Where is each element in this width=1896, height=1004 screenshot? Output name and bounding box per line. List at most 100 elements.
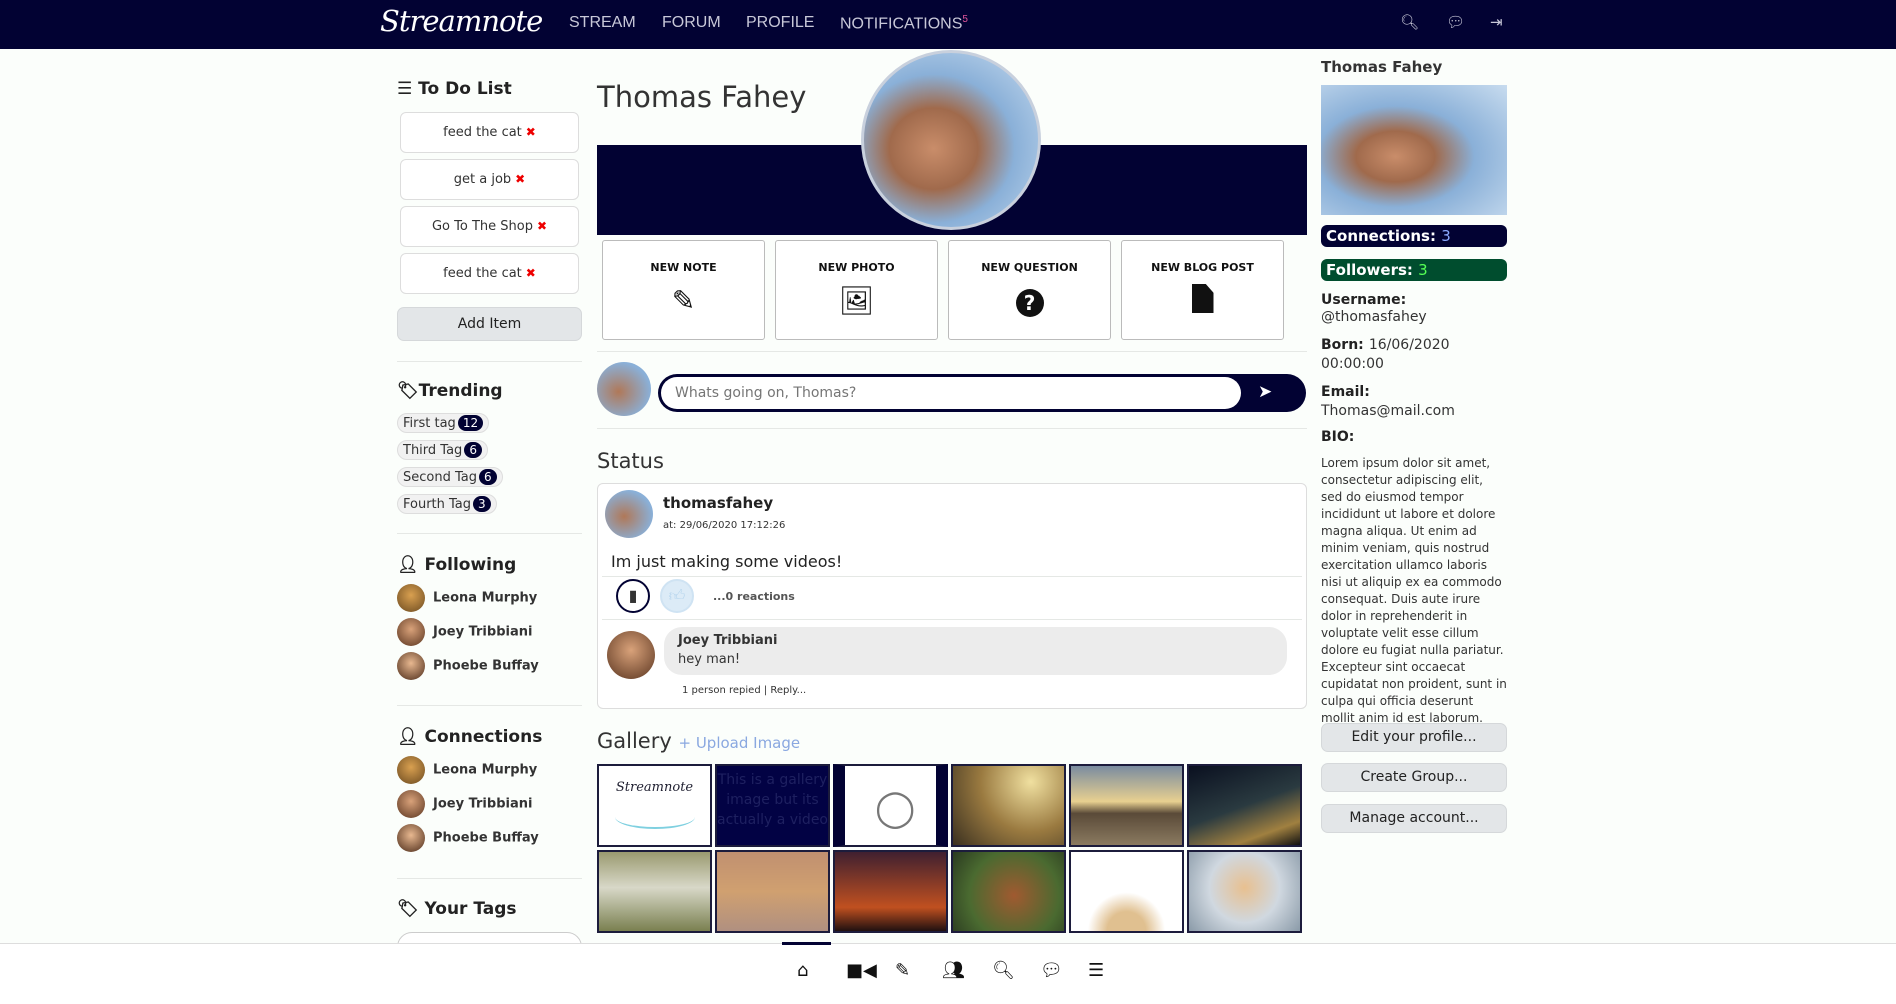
gallery-image[interactable] xyxy=(833,850,948,933)
following-item[interactable]: Joey Tribbiani xyxy=(397,618,532,646)
new-question-button[interactable]: NEW QUESTION? xyxy=(948,240,1111,340)
todo-item[interactable]: feed the cat ✖ xyxy=(400,253,579,294)
search-icon[interactable]: 🔍︎ xyxy=(992,960,1015,981)
gallery-loading[interactable]: ◯ xyxy=(833,764,948,847)
gallery-image[interactable] xyxy=(597,850,712,933)
divider xyxy=(597,428,1307,429)
todo-item[interactable]: Go To The Shop ✖ xyxy=(400,206,579,247)
post-avatar xyxy=(605,490,653,538)
gallery-heading: Gallery + Upload Image xyxy=(597,729,800,753)
comment-avatar xyxy=(607,631,655,679)
followers-count: 3 xyxy=(1418,261,1428,279)
top-navbar: Streamnote STREAM FORUM PROFILE NOTIFICA… xyxy=(0,0,1896,49)
like-button[interactable]: 👍︎ xyxy=(660,579,694,613)
group-icon[interactable]: 👥︎ xyxy=(942,960,965,981)
gallery-video[interactable]: This is a gallery image but its actually… xyxy=(715,764,830,847)
gallery-image[interactable] xyxy=(1069,850,1184,933)
nav-profile[interactable]: PROFILE xyxy=(746,14,814,32)
delete-icon[interactable]: ✖ xyxy=(526,266,536,280)
trending-heading: 🏷︎Trending xyxy=(397,381,503,401)
reply-link[interactable]: Reply... xyxy=(770,685,806,696)
delete-icon[interactable]: ✖ xyxy=(537,219,547,233)
tag-pill[interactable]: Third Tag 6 xyxy=(397,440,488,460)
connections-count: 3 xyxy=(1441,227,1451,245)
status-input[interactable] xyxy=(661,377,1241,409)
send-icon[interactable]: ➤ xyxy=(1258,382,1272,402)
pencil-icon[interactable]: ✎ xyxy=(895,960,910,981)
reactions-count[interactable]: ...0 reactions xyxy=(713,590,795,603)
connection-item[interactable]: Leona Murphy xyxy=(397,756,537,784)
gallery-image[interactable] xyxy=(1187,764,1302,847)
connection-item[interactable]: Phoebe Buffay xyxy=(397,824,539,852)
nav-notifications-label: NOTIFICATIONS xyxy=(840,15,963,33)
user-icon: 👤︎ xyxy=(397,727,425,747)
nav-notifications[interactable]: NOTIFICATIONS5 xyxy=(840,14,968,33)
replies-count[interactable]: 1 person repied xyxy=(682,685,761,696)
profile-photo[interactable] xyxy=(1321,85,1507,215)
post-time: at: 29/06/2020 17:12:26 xyxy=(663,520,786,531)
todo-text: get a job xyxy=(453,172,512,187)
create-group-button[interactable]: Create Group... xyxy=(1321,763,1507,792)
status-heading: Status xyxy=(597,449,664,473)
gallery-image[interactable]: Streamnote xyxy=(597,764,712,847)
tag-pill[interactable]: Fourth Tag 3 xyxy=(397,494,497,514)
tag-pill[interactable]: Second Tag 6 xyxy=(397,467,503,487)
user-icon: 👤︎ xyxy=(397,555,425,575)
action-label: NEW QUESTION xyxy=(981,261,1078,274)
connections-badge[interactable]: Connections: 3 xyxy=(1321,225,1507,247)
connections-label: Connections: xyxy=(1326,227,1436,245)
new-note-button[interactable]: NEW NOTE ✎ xyxy=(602,240,765,340)
gallery-image[interactable] xyxy=(1187,850,1302,933)
sidebar-name: Thomas Fahey xyxy=(1321,58,1443,76)
divider xyxy=(397,361,582,362)
nav-stream[interactable]: STREAM xyxy=(569,14,636,32)
todo-item[interactable]: feed the cat ✖ xyxy=(400,112,579,153)
email-value: Thomas@mail.com xyxy=(1321,403,1455,419)
born-label: Born: xyxy=(1321,337,1364,353)
todo-item[interactable]: get a job ✖ xyxy=(400,159,579,200)
action-label: NEW BLOG POST xyxy=(1151,261,1254,274)
delete-icon[interactable]: ✖ xyxy=(515,172,525,186)
todo-text: feed the cat xyxy=(443,125,522,140)
following-heading: 👤︎ Following xyxy=(397,555,516,575)
gallery-image[interactable] xyxy=(1069,764,1184,847)
comment-user[interactable]: Joey Tribbiani xyxy=(678,633,777,648)
connection-item[interactable]: Joey Tribbiani xyxy=(397,790,532,818)
home-icon[interactable]: ⌂ xyxy=(797,960,808,981)
new-photo-button[interactable]: NEW PHOTO 🖼︎ xyxy=(775,240,938,340)
delete-icon[interactable]: ✖ xyxy=(526,125,536,139)
tag-pill[interactable]: First tag 12 xyxy=(397,413,490,433)
following-item[interactable]: Phoebe Buffay xyxy=(397,652,539,680)
person-name: Leona Murphy xyxy=(433,762,538,778)
comment-button[interactable]: ▮ xyxy=(616,579,650,613)
tag-count: 3 xyxy=(473,496,491,512)
nav-forum[interactable]: FORUM xyxy=(662,14,721,32)
add-item-button[interactable]: Add Item xyxy=(397,307,582,341)
post-text: Im just making some videos! xyxy=(611,552,843,571)
avatar xyxy=(397,756,425,784)
gallery-image[interactable] xyxy=(715,850,830,933)
gallery-image[interactable] xyxy=(951,850,1066,933)
status-card: thomasfahey at: 29/06/2020 17:12:26 Im j… xyxy=(597,483,1307,709)
username-label: Username: xyxy=(1321,292,1407,308)
following-item[interactable]: Leona Murphy xyxy=(397,584,537,612)
chat-icon[interactable]: 💬︎ xyxy=(1446,13,1465,31)
logo[interactable]: Streamnote xyxy=(380,4,543,38)
video-icon[interactable]: ■◀ xyxy=(846,960,877,981)
upload-image-link[interactable]: + Upload Image xyxy=(678,734,800,752)
followers-badge[interactable]: Followers: 3 xyxy=(1321,259,1507,281)
gallery-image[interactable] xyxy=(951,764,1066,847)
profile-avatar[interactable] xyxy=(861,50,1041,230)
post-username[interactable]: thomasfahey xyxy=(663,494,773,512)
new-blog-post-button[interactable]: NEW BLOG POST xyxy=(1121,240,1284,340)
search-icon[interactable]: 🔍︎ xyxy=(1400,13,1419,31)
edit-profile-button[interactable]: Edit your profile... xyxy=(1321,723,1507,752)
comment-text: hey man! xyxy=(678,652,741,667)
comment-bubble: Joey Tribbiani hey man! xyxy=(664,627,1287,675)
question-icon: ? xyxy=(949,284,1110,317)
manage-account-button[interactable]: Manage account... xyxy=(1321,804,1507,833)
chat-icon[interactable]: 💬︎ xyxy=(1040,960,1063,981)
menu-icon[interactable]: ☰ xyxy=(1088,960,1104,981)
divider xyxy=(597,351,1307,352)
logout-icon[interactable]: ⇥ xyxy=(1490,13,1503,31)
